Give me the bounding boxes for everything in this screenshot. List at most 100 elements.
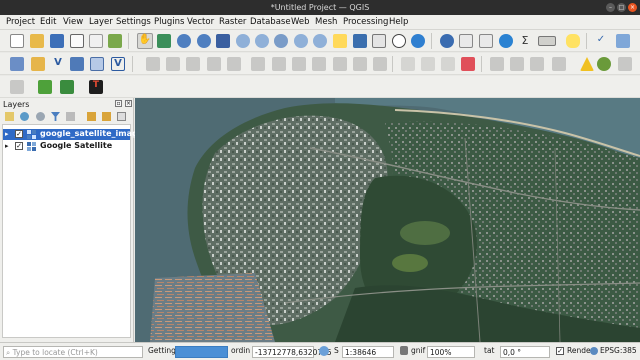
show-map-tips-icon[interactable] bbox=[566, 34, 580, 48]
expand-all-icon[interactable] bbox=[87, 112, 96, 121]
map-tips-icon[interactable] bbox=[372, 34, 386, 48]
redo-icon[interactable] bbox=[373, 57, 387, 71]
collapse-all-icon[interactable] bbox=[102, 112, 111, 121]
zoom-next-icon[interactable] bbox=[313, 34, 327, 48]
plugin-tool-icon[interactable] bbox=[616, 34, 630, 48]
add-delimited-text-icon[interactable] bbox=[90, 57, 104, 71]
zoom-to-selection-icon[interactable] bbox=[236, 34, 250, 48]
annotation-text-icon[interactable]: ✓ bbox=[594, 34, 608, 48]
layout-manager-icon[interactable] bbox=[89, 34, 103, 48]
refresh-icon[interactable] bbox=[411, 34, 425, 48]
layer-row-google-satellite-imagery[interactable]: ▸ ✓ google_satellite_imagery bbox=[3, 129, 152, 140]
new-geopackage-layer-icon[interactable] bbox=[31, 57, 45, 71]
render-checkbox[interactable]: ✓ bbox=[556, 347, 564, 355]
paste-features-icon[interactable] bbox=[333, 57, 347, 71]
save-project-icon[interactable] bbox=[50, 34, 64, 48]
label-toolbar-icon[interactable] bbox=[401, 57, 415, 71]
layer-visibility-checkbox[interactable]: ✓ bbox=[15, 130, 23, 138]
label-properties-icon[interactable] bbox=[552, 57, 566, 71]
layer-styling-icon[interactable] bbox=[580, 57, 594, 71]
overview-panel-icon[interactable] bbox=[618, 57, 632, 71]
manage-map-themes-icon[interactable] bbox=[36, 112, 45, 121]
close-window-button[interactable]: × bbox=[628, 3, 637, 12]
new-project-icon[interactable] bbox=[10, 34, 24, 48]
scale-field[interactable]: 1:38646 bbox=[342, 346, 394, 358]
expand-toggle-icon[interactable]: ▸ bbox=[5, 130, 9, 138]
lock-scale-icon[interactable] bbox=[400, 346, 408, 355]
modify-attributes-icon[interactable] bbox=[251, 57, 265, 71]
show-hide-labels-icon[interactable] bbox=[441, 57, 455, 71]
new-bookmark-icon[interactable] bbox=[333, 34, 347, 48]
current-edits-icon[interactable] bbox=[186, 57, 200, 71]
menu-mesh[interactable]: Mesh bbox=[315, 17, 337, 27]
layer-visibility-checkbox[interactable]: ✓ bbox=[15, 142, 23, 150]
change-label-icon[interactable] bbox=[530, 57, 544, 71]
processing-toolbox-icon[interactable] bbox=[499, 34, 513, 48]
zoom-to-layer-icon[interactable] bbox=[255, 34, 269, 48]
layer-row-google-satellite[interactable]: ▸ ✓ Google Satellite bbox=[3, 141, 130, 152]
add-virtual-layer-icon[interactable]: V bbox=[111, 57, 125, 71]
menu-vector[interactable]: Vector bbox=[187, 17, 214, 27]
add-group-icon[interactable] bbox=[20, 112, 29, 121]
coordinate-field[interactable]: -13712778,6320715 bbox=[252, 346, 332, 358]
add-vector-layer-icon[interactable]: V bbox=[51, 57, 65, 71]
identify-features-icon[interactable] bbox=[440, 34, 454, 48]
expand-toggle-icon[interactable]: ▸ bbox=[5, 142, 9, 150]
python-console-icon[interactable] bbox=[597, 57, 611, 71]
filter-by-expression-icon[interactable] bbox=[66, 112, 75, 121]
filter-legend-icon[interactable] bbox=[51, 112, 60, 121]
measure-line-icon[interactable] bbox=[538, 36, 556, 46]
move-label-icon[interactable] bbox=[490, 57, 504, 71]
menu-edit[interactable]: Edit bbox=[40, 17, 56, 27]
cut-features-icon[interactable] bbox=[292, 57, 306, 71]
toggle-extents-icon[interactable] bbox=[319, 346, 329, 356]
magnifier-field[interactable]: 100% bbox=[427, 346, 475, 358]
pan-map-icon[interactable]: ✋ bbox=[137, 33, 153, 49]
delete-selected-icon[interactable] bbox=[272, 57, 286, 71]
statistics-sigma-icon[interactable]: Σ bbox=[518, 34, 532, 48]
menu-web[interactable]: Web bbox=[291, 17, 310, 27]
close-panel-icon[interactable]: × bbox=[125, 100, 132, 107]
quickmapservices-icon[interactable] bbox=[60, 80, 74, 94]
zoom-last-icon[interactable] bbox=[294, 34, 308, 48]
crs-label[interactable]: EPSG:385 bbox=[600, 346, 637, 358]
menu-raster[interactable]: Raster bbox=[219, 17, 246, 27]
minimize-window-button[interactable]: – bbox=[606, 3, 615, 12]
pin-labels-icon[interactable] bbox=[421, 57, 435, 71]
copy-features-icon[interactable] bbox=[312, 57, 326, 71]
style-manager-icon[interactable] bbox=[108, 34, 122, 48]
data-source-manager-icon[interactable] bbox=[10, 57, 24, 71]
locator-search-field[interactable]: ⌕ Type to locate (Ctrl+K) bbox=[3, 346, 143, 358]
crs-globe-icon[interactable] bbox=[590, 347, 598, 355]
rotate-label-icon[interactable] bbox=[510, 57, 524, 71]
open-layer-styling-icon[interactable] bbox=[5, 112, 14, 121]
menu-help[interactable]: Help bbox=[389, 17, 408, 27]
open-project-icon[interactable] bbox=[30, 34, 44, 48]
menu-layer[interactable]: Layer bbox=[89, 17, 113, 27]
float-panel-icon[interactable]: ▫ bbox=[115, 100, 122, 107]
pan-to-selection-icon[interactable] bbox=[157, 34, 171, 48]
map-canvas[interactable] bbox=[135, 98, 640, 342]
zoom-native-resolution-icon[interactable] bbox=[274, 34, 288, 48]
menu-project[interactable]: Project bbox=[6, 17, 35, 27]
toggle-editing-icon[interactable] bbox=[146, 57, 160, 71]
add-gps-track-icon[interactable] bbox=[10, 80, 24, 94]
rotation-field[interactable]: 0,0 ° bbox=[500, 346, 550, 358]
new-print-layout-icon[interactable] bbox=[70, 34, 84, 48]
menu-database[interactable]: Database bbox=[250, 17, 291, 27]
zoom-full-icon[interactable] bbox=[216, 34, 230, 48]
add-raster-layer-icon[interactable] bbox=[70, 57, 84, 71]
open-attribute-table-icon[interactable] bbox=[459, 34, 473, 48]
add-feature-icon[interactable] bbox=[207, 57, 221, 71]
undo-icon[interactable] bbox=[353, 57, 367, 71]
menu-processing[interactable]: Processing bbox=[343, 17, 388, 27]
show-bookmarks-icon[interactable] bbox=[353, 34, 367, 48]
save-edits-icon[interactable] bbox=[166, 57, 180, 71]
remove-layer-icon[interactable] bbox=[117, 112, 126, 121]
menu-view[interactable]: View bbox=[63, 17, 83, 27]
menu-settings[interactable]: Settings bbox=[116, 17, 151, 27]
menu-plugins[interactable]: Plugins bbox=[154, 17, 184, 27]
zoom-in-icon[interactable] bbox=[177, 34, 191, 48]
zoom-out-icon[interactable] bbox=[197, 34, 211, 48]
open-field-calculator-icon[interactable] bbox=[479, 34, 493, 48]
